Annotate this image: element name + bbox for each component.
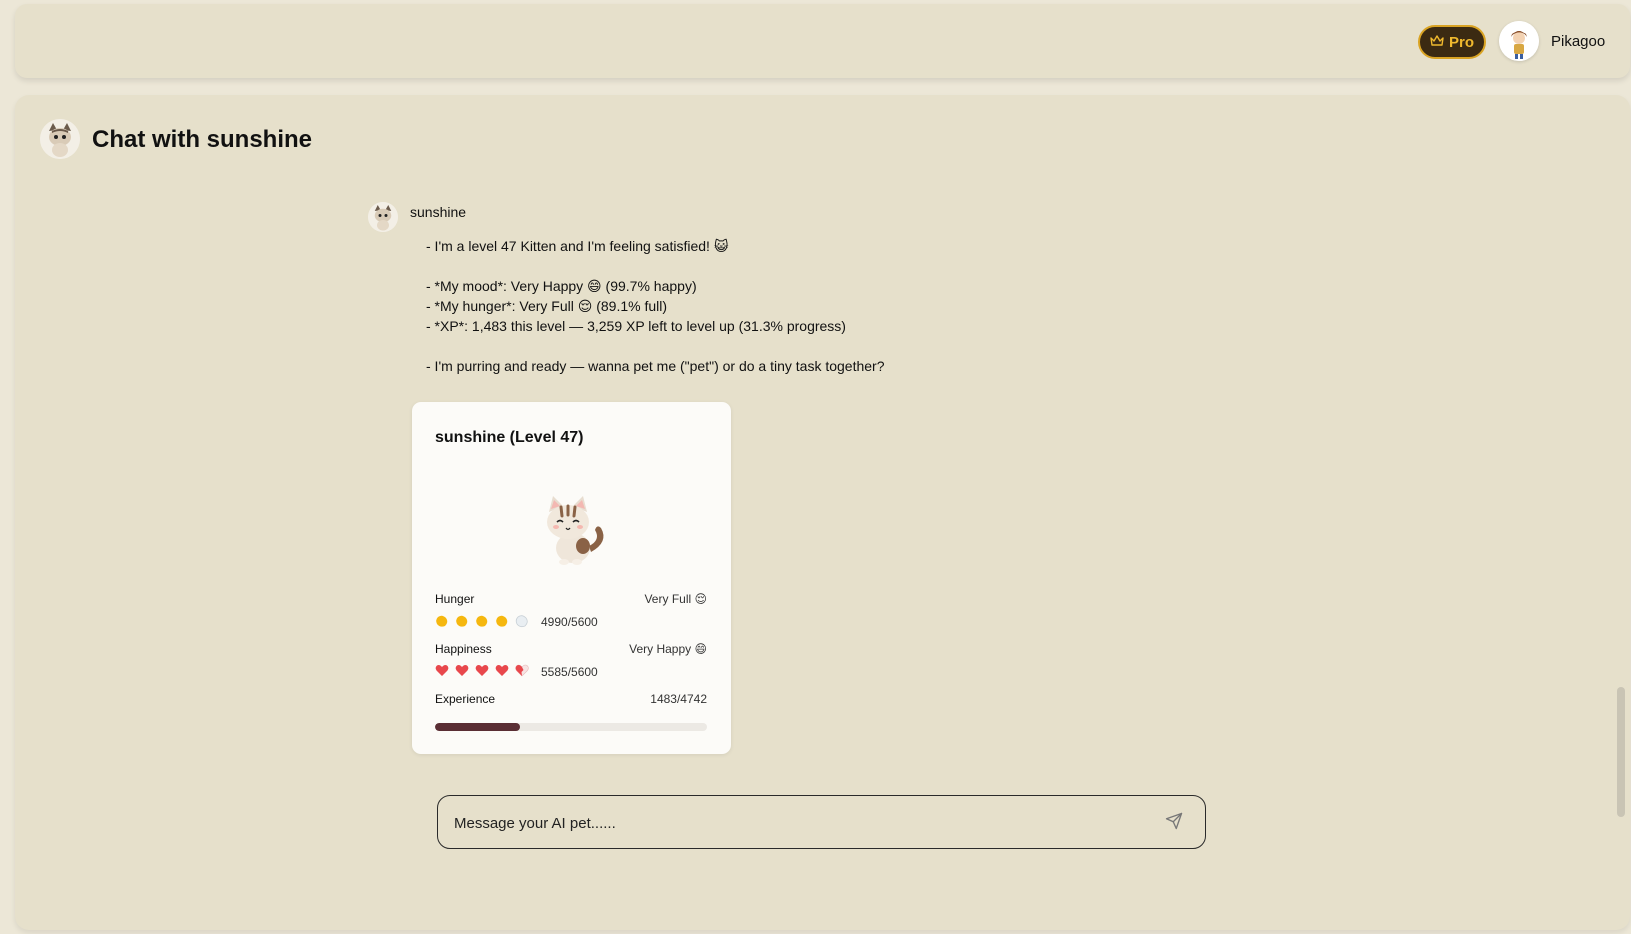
pro-button[interactable]: Pro <box>1418 25 1486 59</box>
username[interactable]: Pikagoo <box>1551 33 1605 50</box>
hunger-status: Very Full 😌 <box>644 592 707 606</box>
pet-status-card: sunshine (Level 47) Hunger Very Full 😌 4… <box>412 402 731 754</box>
hunger-value: 4990/5600 <box>541 615 598 629</box>
message-sender: sunshine <box>410 204 467 220</box>
heart-partial-icon <box>515 664 529 682</box>
send-button[interactable] <box>1162 811 1186 835</box>
heart-icon <box>495 664 509 682</box>
top-bar <box>15 4 1630 78</box>
message-input[interactable] <box>454 811 1144 835</box>
food-icon <box>435 614 449 633</box>
food-icon <box>495 614 509 633</box>
message-avatar <box>368 202 398 232</box>
heart-icon <box>455 664 469 682</box>
experience-progress-fill <box>435 723 521 731</box>
hunger-label: Hunger <box>435 592 475 606</box>
experience-progress-bar <box>435 723 707 731</box>
scrollbar-thumb[interactable] <box>1617 687 1625 817</box>
chat-title: Chat with sunshine <box>92 126 313 153</box>
happiness-label: Happiness <box>435 642 492 656</box>
experience-label: Experience <box>435 692 496 706</box>
food-icon <box>475 614 489 633</box>
pet-avatar <box>40 119 80 159</box>
food-empty-icon <box>515 614 529 633</box>
message-line: - *XP*: 1,483 this level — 3,259 XP left… <box>426 318 846 334</box>
kitten-illustration <box>531 490 611 570</box>
message-input-box[interactable] <box>437 795 1206 849</box>
heart-icon <box>475 664 489 682</box>
happiness-value: 5585/5600 <box>541 665 598 679</box>
message-line: - I'm purring and ready — wanna pet me (… <box>426 358 885 374</box>
experience-value: 1483/4742 <box>650 692 707 706</box>
card-title: sunshine (Level 47) <box>435 429 584 446</box>
crown-icon <box>1430 34 1444 51</box>
heart-icon <box>435 664 449 682</box>
message-line: - *My hunger*: Very Full 😌 (89.1% full) <box>426 298 668 314</box>
message-line: - I'm a level 47 Kitten and I'm feeling … <box>426 238 729 254</box>
hunger-icons <box>435 614 529 633</box>
user-avatar[interactable] <box>1499 21 1539 61</box>
pro-label: Pro <box>1448 33 1474 51</box>
food-icon <box>455 614 469 633</box>
message-line: - *My mood*: Very Happy 😄 (99.7% happy) <box>426 278 697 294</box>
happiness-hearts <box>435 664 529 682</box>
happiness-status: Very Happy 😄 <box>629 642 707 656</box>
send-icon <box>1165 812 1183 835</box>
